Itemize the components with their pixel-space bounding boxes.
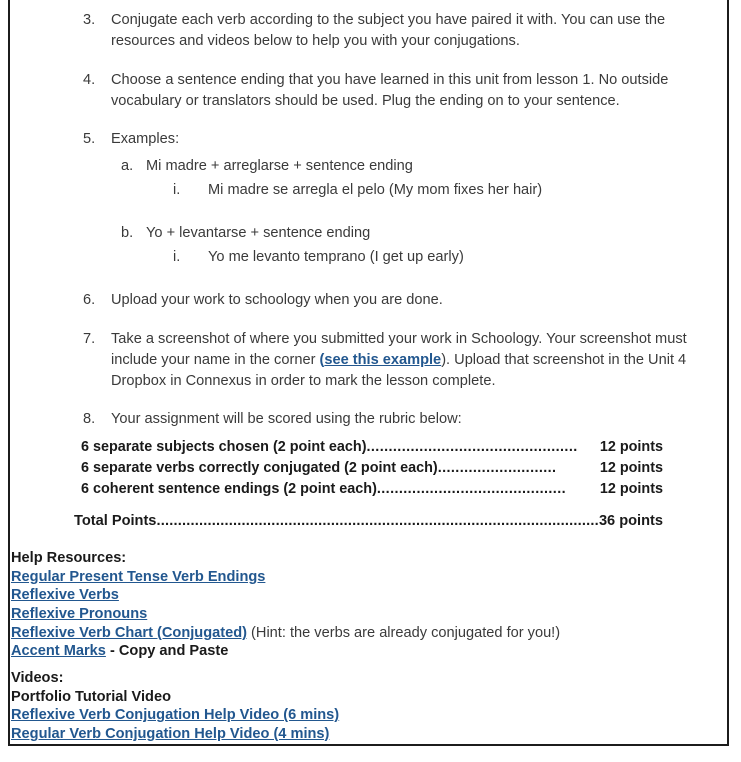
link-label: see this example <box>324 351 442 368</box>
rubric-row: 6 separate verbs correctly conjugated (2… <box>81 458 663 479</box>
rubric-row: 6 coherent sentence endings (2 point eac… <box>81 479 663 500</box>
rubric-label: 6 separate verbs correctly conjugated (2… <box>81 459 438 476</box>
list-item-text: Your assignment will be scored using the… <box>111 411 462 428</box>
rubric-value: 12 points <box>599 480 663 497</box>
videos-section: Videos: Portfolio Tutorial Video Reflexi… <box>11 669 711 744</box>
total-label: Total Points <box>74 513 157 529</box>
video-row: Reflexive Verb Conjugation Help Video (6… <box>11 706 711 725</box>
video-row: Regular Verb Conjugation Help Video (4 m… <box>11 725 711 744</box>
list-marker: 6. <box>83 291 96 308</box>
help-resource-suffix: (Hint: the verbs are already conjugated … <box>246 624 561 641</box>
example-sub-marker: i. <box>173 248 181 265</box>
list-item-8: 8. Your assignment will be scored using … <box>80 409 720 430</box>
list-marker: 8. <box>83 411 96 428</box>
help-resource-suffix: - Copy and Paste <box>105 643 229 660</box>
example-a-sub: i. Mi madre se arregla el pelo (My mom f… <box>173 180 720 201</box>
rubric-label: 6 separate subjects chosen (2 point each… <box>81 439 367 455</box>
document-content: 3. Conjugate each verb according to the … <box>0 0 741 762</box>
rubric-leader: ........................................… <box>376 480 566 497</box>
list-item-text: Take a screenshot of where you submitted… <box>111 329 720 392</box>
help-resource-row: Regular Present Tense Verb Endings <box>11 568 711 587</box>
video-link[interactable]: Reflexive Verb Conjugation Help Video (6… <box>11 707 339 723</box>
help-resources-heading: Help Resources: <box>11 550 127 566</box>
list-item-6: 6. Upload your work to schoology when yo… <box>80 290 720 311</box>
total-value: 36 points <box>598 513 663 529</box>
list-item-text: Examples: <box>111 131 180 148</box>
help-resource-link[interactable]: Regular Present Tense Verb Endings <box>11 569 265 585</box>
example-marker: a. <box>121 158 134 175</box>
rubric-label: 6 coherent sentence endings (2 point eac… <box>81 480 377 497</box>
example-group-b: b. Yo + levantarse + sentence ending i. … <box>121 223 720 268</box>
list-item-3: 3. Conjugate each verb according to the … <box>80 10 720 52</box>
total-leader: ........................................… <box>156 513 599 529</box>
help-resource-row: Reflexive Pronouns <box>11 605 711 624</box>
list-item-5: 5. Examples: <box>80 129 720 150</box>
example-marker: b. <box>121 224 134 241</box>
example-sub-text: Mi madre se arregla el pelo (My mom fixe… <box>208 182 543 199</box>
example-b-sub: i. Yo me levanto tempranо (I get up earl… <box>173 247 720 268</box>
help-resource-link[interactable]: Reflexive Verbs <box>11 587 119 603</box>
list-marker: 3. <box>83 12 96 28</box>
videos-heading: Videos: <box>11 670 64 686</box>
list-item-text: Upload your work to schoology when you a… <box>111 291 443 308</box>
example-text: Yo + levantarse + sentence ending <box>146 224 371 241</box>
list-marker: 4. <box>83 71 96 88</box>
rubric-total-row: Total Points ...........................… <box>74 511 663 532</box>
rubric-value: 12 points <box>599 439 663 455</box>
example-spacer <box>80 202 720 218</box>
list-item-4: 4. Choose a sentence ending that you hav… <box>80 70 720 112</box>
rubric-row: 6 separate subjects chosen (2 point each… <box>81 437 663 458</box>
videos-plain-item: Portfolio Tutorial Video <box>11 688 171 705</box>
help-resources-section: Help Resources: Regular Present Tense Ve… <box>11 549 711 661</box>
instruction-list: 3. Conjugate each verb according to the … <box>80 10 720 448</box>
video-link[interactable]: Regular Verb Conjugation Help Video (4 m… <box>11 726 329 742</box>
example-sub-text: Yo me levanto tempranо (I get up early) <box>208 248 464 265</box>
rubric-value: 12 points <box>599 459 663 476</box>
help-resource-link[interactable]: Reflexive Pronouns <box>11 606 147 622</box>
help-resource-link[interactable]: Reflexive Verb Chart (Conjugated) <box>11 625 247 641</box>
document-page: 3. Conjugate each verb according to the … <box>0 0 741 762</box>
example-text: Mi madre + arreglarse + sentence ending <box>146 158 413 175</box>
see-this-example-link[interactable]: (see this example <box>319 352 441 368</box>
list-item-text: Choose a sentence ending that you have l… <box>111 71 669 109</box>
example-a-sub-row: i. Mi madre se arregla el pelo (My mom f… <box>173 180 720 201</box>
list-item-text: Conjugate each verb according to the sub… <box>111 12 666 49</box>
example-sub-marker: i. <box>173 182 181 199</box>
example-group-a: a. Mi madre + arreglarse + sentence endi… <box>121 156 720 201</box>
rubric-total-line: Total Points ...........................… <box>74 511 663 532</box>
example-a-row: a. Mi madre + arreglarse + sentence endi… <box>121 156 720 177</box>
rubric-table: 6 separate subjects chosen (2 point each… <box>81 437 663 500</box>
help-resource-link[interactable]: Accent Marks <box>11 643 106 659</box>
list-marker: 5. <box>83 131 96 148</box>
example-b-sub-row: i. Yo me levanto tempranо (I get up earl… <box>173 247 720 268</box>
help-resource-row: Reflexive Verbs <box>11 586 711 605</box>
rubric-leader: ........................... <box>437 459 557 476</box>
list-marker: 7. <box>83 330 96 347</box>
example-b-row: b. Yo + levantarse + sentence ending <box>121 223 720 244</box>
help-resource-row: Reflexive Verb Chart (Conjugated) (Hint:… <box>11 624 711 643</box>
help-resource-row: Accent Marks - Copy and Paste <box>11 642 711 661</box>
rubric-leader: ........................................… <box>366 439 578 455</box>
list-item-7: 7. Take a screenshot of where you submit… <box>80 329 720 392</box>
